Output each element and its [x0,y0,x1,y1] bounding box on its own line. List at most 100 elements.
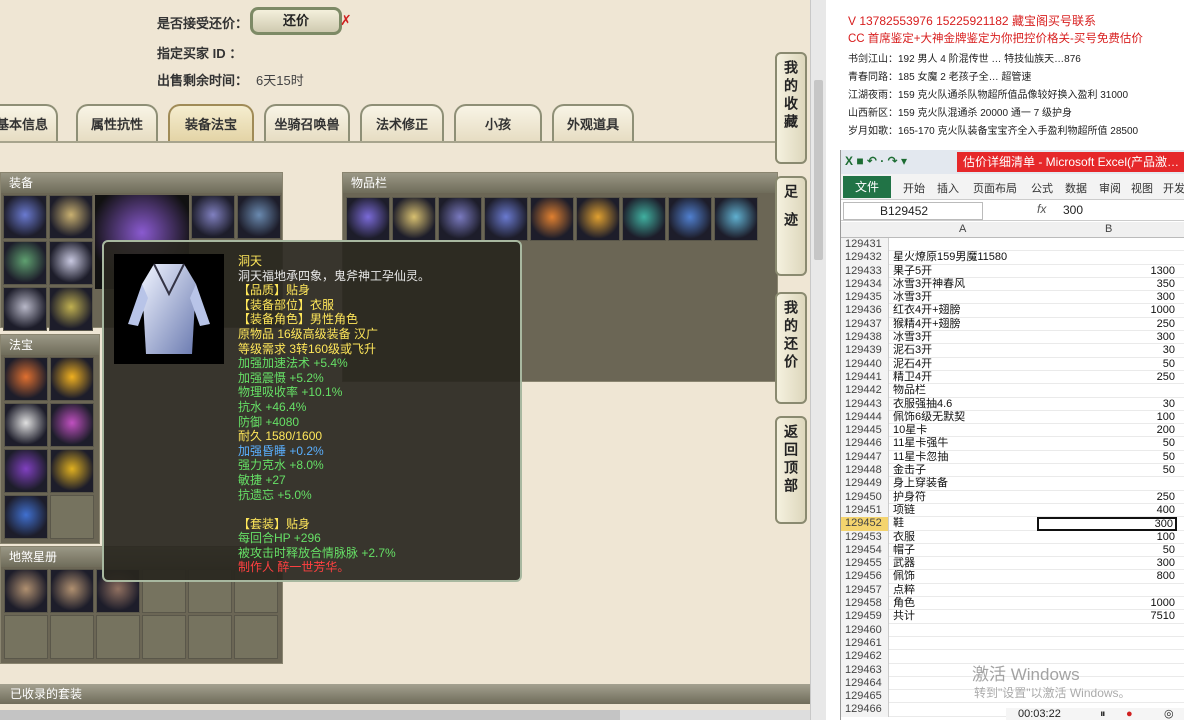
cell-a[interactable]: 冰雪3开神春风 [893,278,1037,291]
tab-spell-correction[interactable]: 法术修正 [360,104,444,142]
cell-a[interactable]: 冰雪3开 [893,291,1037,304]
cell-b[interactable]: 250 [1037,318,1177,331]
footprint-button[interactable]: 足迹 [775,176,807,276]
cell-b[interactable]: 300 [1037,557,1177,570]
row-number[interactable]: 129442 [841,384,889,398]
pause-icon[interactable]: ⏸ [1100,708,1106,720]
my-counter-offer-button[interactable]: 我的还价 [775,292,807,404]
fabao-slot[interactable] [50,357,94,401]
row-number[interactable]: 129448 [841,464,889,478]
cell-b[interactable]: 400 [1037,504,1177,517]
row-number[interactable]: 129462 [841,650,889,664]
ribbon-tab-data[interactable]: 数据 [1065,180,1087,196]
inventory-slot[interactable] [346,197,390,241]
ribbon-tab-formulas[interactable]: 公式 [1031,180,1053,196]
star-card-slot[interactable] [50,569,94,613]
row-number[interactable]: 129435 [841,291,889,305]
cell-a[interactable]: 10星卡 [893,424,1037,437]
cell-a[interactable]: 佩饰6级无默契 [893,411,1037,424]
cell-a[interactable]: 角色 [893,597,1037,610]
row-number[interactable]: 129433 [841,264,889,278]
row-number[interactable]: 129466 [841,703,889,717]
tab-attributes[interactable]: 属性抗性 [76,104,158,142]
row-number[interactable]: 129432 [841,251,889,265]
row-number[interactable]: 129438 [841,331,889,345]
row-number[interactable]: 129465 [841,690,889,704]
cell-a[interactable]: 护身符 [893,491,1037,504]
inventory-slot[interactable] [576,197,620,241]
cell-a[interactable]: 点粹 [893,584,1037,597]
cell-b[interactable]: 30 [1037,344,1177,357]
cell-a[interactable]: 11星卡忽抽 [893,451,1037,464]
ribbon-tab-home[interactable]: 开始 [903,180,925,196]
close-icon[interactable]: ✗ [340,12,352,29]
row-number[interactable]: 129451 [841,503,889,518]
cell-b[interactable]: 1000 [1037,304,1177,317]
row-number[interactable]: 129445 [841,424,889,438]
equip-slot-necklace[interactable] [49,195,93,239]
column-header-b[interactable]: B [1105,223,1112,235]
cell-a[interactable]: 衣服强抽4.6 [893,398,1037,411]
inventory-slot[interactable] [714,197,758,241]
cell-a[interactable]: 泥石4开 [893,358,1037,371]
excel-file-tab[interactable]: 文件 [843,176,891,198]
equip-slot-armor[interactable] [49,241,93,285]
counter-offer-button[interactable]: 还价 [250,7,342,35]
equip-slot-belt[interactable] [3,287,47,331]
row-number[interactable]: 129457 [841,583,889,598]
row-number[interactable]: 129441 [841,370,889,385]
row-number[interactable]: 129461 [841,636,889,651]
row-number[interactable]: 129447 [841,450,889,465]
cell-a[interactable]: 猴精4开+翅膀 [893,318,1037,331]
cell-a[interactable]: 果子5开 [893,265,1037,278]
cell-b[interactable]: 300 [1037,517,1177,532]
equip-slot-cape[interactable] [191,195,235,239]
cell-a[interactable]: 共计 [893,610,1037,623]
inventory-slot[interactable] [484,197,528,241]
cell-a[interactable]: 项链 [893,504,1037,517]
ribbon-tab-view[interactable]: 视图 [1131,180,1153,196]
row-number[interactable]: 129450 [841,490,889,504]
cell-b[interactable]: 50 [1037,451,1177,464]
record-icon[interactable]: ● [1126,708,1133,720]
cell-b[interactable]: 350 [1037,278,1177,291]
excel-quick-access-icon[interactable]: X ■ ↶ · ↷ ▾ [845,154,907,168]
fabao-slot[interactable] [50,403,94,447]
row-number[interactable]: 129449 [841,477,889,491]
equip-slot-weapon[interactable] [3,241,47,285]
cell-b[interactable]: 100 [1037,411,1177,424]
fx-icon[interactable]: fx [1037,202,1046,216]
tab-appearance[interactable]: 外观道具 [552,104,634,142]
cell-b[interactable]: 300 [1037,331,1177,344]
formula-input[interactable]: 300 [1063,202,1083,218]
fabao-slot[interactable] [4,449,48,493]
tab-equipment[interactable]: 装备法宝 [168,104,254,142]
back-to-top-button[interactable]: 返回顶部 [775,416,807,524]
inventory-slot[interactable] [668,197,712,241]
cell-a[interactable]: 身上穿装备 [893,477,1037,490]
row-number[interactable]: 129453 [841,530,889,544]
name-box[interactable]: B129452 [843,202,983,220]
row-number[interactable]: 129439 [841,344,889,358]
cell-b[interactable]: 50 [1037,544,1177,557]
cell-a[interactable]: 鞋 [893,517,1037,530]
cell-a[interactable]: 物品栏 [893,384,1037,397]
row-number[interactable]: 129464 [841,676,889,691]
cell-b[interactable]: 30 [1037,398,1177,411]
row-number[interactable]: 129459 [841,610,889,624]
row-number[interactable]: 129446 [841,437,889,451]
cell-a[interactable]: 武器 [893,557,1037,570]
cell-b[interactable]: 800 [1037,570,1177,583]
cell-b[interactable]: 7510 [1037,610,1177,623]
ribbon-tab-layout[interactable]: 页面布局 [973,180,1017,196]
camera-icon[interactable]: ◎ [1164,708,1174,720]
inventory-slot[interactable] [622,197,666,241]
cell-a[interactable]: 衣服 [893,531,1037,544]
cell-b[interactable]: 50 [1037,358,1177,371]
fabao-slot[interactable] [4,357,48,401]
my-favorites-button[interactable]: 我的收藏 [775,52,807,164]
star-card-slot[interactable] [4,569,48,613]
inventory-slot[interactable] [392,197,436,241]
fabao-slot[interactable] [4,495,48,539]
row-number[interactable]: 129463 [841,663,889,677]
